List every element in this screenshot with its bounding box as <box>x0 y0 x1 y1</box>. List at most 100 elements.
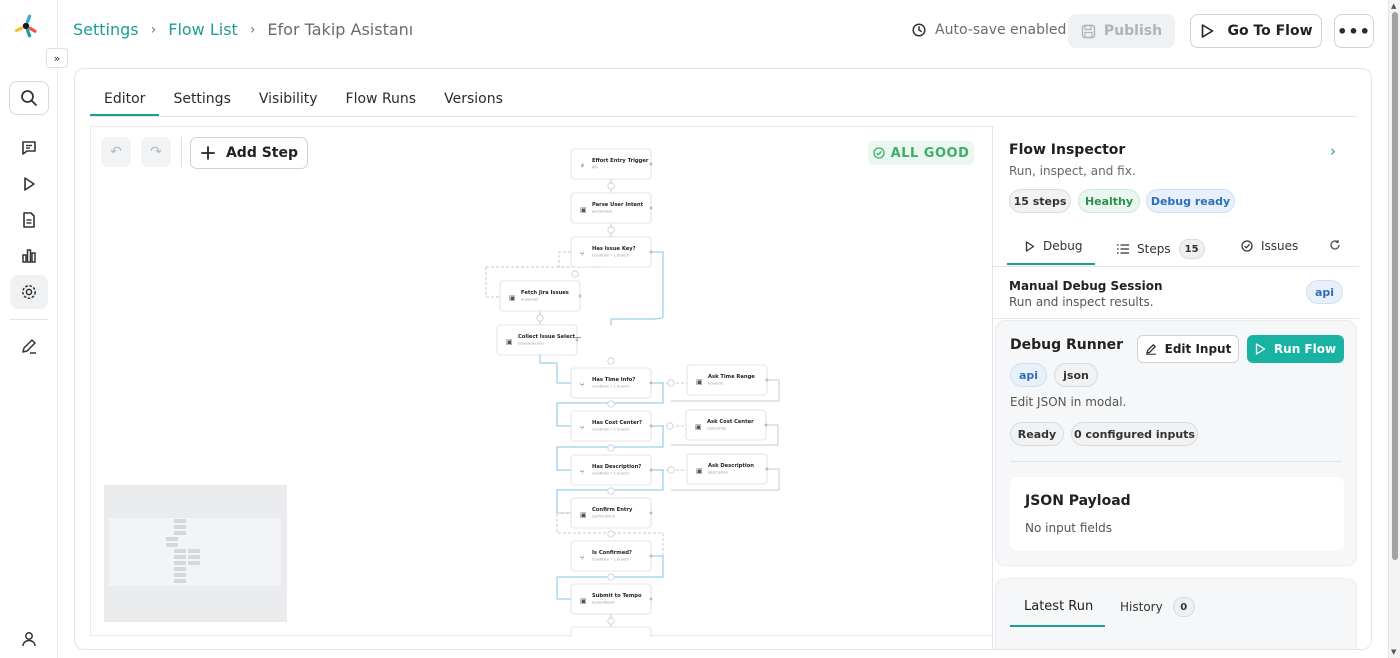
flow-node[interactable]: ▣ Confirm Entry confirmEntry <box>570 497 653 529</box>
tab-editor[interactable]: Editor <box>90 91 160 116</box>
toolbar-divider <box>181 137 182 167</box>
node-port[interactable] <box>649 468 653 472</box>
runs-nav-button[interactable] <box>10 167 48 201</box>
add-step-button[interactable]: Add Step <box>190 137 308 169</box>
flow-node-subtitle: Condition • 1 branch <box>592 385 629 389</box>
tab-history[interactable]: History 0 <box>1120 597 1195 617</box>
add-step-handle[interactable] <box>536 314 544 322</box>
tab-flow-runs[interactable]: Flow Runs <box>332 91 431 116</box>
run-flow-button[interactable]: Run Flow <box>1247 335 1344 363</box>
flow-node[interactable]: ⑂ Has Description? Condition • 1 branch <box>570 454 653 486</box>
chat-nav-button[interactable] <box>10 131 48 165</box>
node-port[interactable] <box>649 597 653 601</box>
tab-latest-run[interactable]: Latest Run <box>1024 599 1093 614</box>
node-port[interactable] <box>764 423 768 427</box>
scroll-up-icon[interactable]: ▲ <box>1391 2 1396 10</box>
runner-note: Edit JSON in modal. <box>1010 395 1127 409</box>
undo-button[interactable]: ↶ <box>101 137 131 167</box>
add-step-handle[interactable] <box>607 226 615 234</box>
runner-status-chip: Ready <box>1010 422 1064 446</box>
branch-icon: ⑂ <box>580 554 584 562</box>
node-port[interactable] <box>578 294 582 298</box>
configured-inputs-chip: 0 configured inputs <box>1071 422 1198 446</box>
add-step-handle[interactable] <box>607 182 615 190</box>
add-step-handle[interactable] <box>666 422 674 430</box>
play-icon <box>24 177 35 191</box>
flow-node[interactable]: ⑂ Is Confirmed? Condition • 1 branch <box>570 540 653 572</box>
flow-node[interactable]: ⑂ Has Time Info? Condition • 1 branch <box>570 367 653 399</box>
add-step-handle[interactable] <box>607 617 615 625</box>
canvas-minimap[interactable] <box>104 485 287 622</box>
flow-node-partial[interactable] <box>570 626 652 637</box>
flow-canvas[interactable]: ⚡ Effort Entry Trigger API ▣ Parse User Inte… <box>90 126 993 637</box>
tab-debug[interactable]: Debug <box>1025 239 1082 253</box>
node-port[interactable] <box>765 378 769 382</box>
flow-node[interactable]: ▣ Ask Time Range timeInfo <box>686 364 769 396</box>
flow-node[interactable]: ▣ Fetch Jira Issues jiraIssues <box>499 280 582 312</box>
refresh-button[interactable] <box>1329 239 1341 251</box>
more-options-button[interactable]: ••• <box>1334 14 1374 48</box>
add-step-handle[interactable] <box>667 379 675 387</box>
scrollbar-thumb[interactable] <box>1392 12 1398 560</box>
search-icon <box>21 90 37 106</box>
node-port[interactable] <box>649 206 653 210</box>
rail-divider <box>10 319 48 320</box>
node-port[interactable] <box>649 511 653 515</box>
settings-nav-button[interactable] <box>10 275 48 309</box>
add-step-handle[interactable] <box>607 444 615 452</box>
flow-node[interactable]: ⚡ Effort Entry Trigger API <box>570 148 653 180</box>
left-rail <box>0 0 58 658</box>
breadcrumb-settings-link[interactable]: Settings <box>73 20 139 39</box>
documents-nav-button[interactable] <box>10 203 48 237</box>
bar-chart-icon <box>22 249 36 263</box>
tab-steps[interactable]: Steps 15 <box>1117 239 1205 259</box>
tab-issues[interactable]: Issues <box>1241 239 1298 253</box>
search-button[interactable] <box>9 81 49 115</box>
add-step-handle[interactable] <box>607 573 615 581</box>
redo-button[interactable]: ↷ <box>141 137 171 167</box>
node-port[interactable] <box>649 554 653 558</box>
add-step-handle[interactable] <box>607 487 615 495</box>
document-icon <box>23 212 35 228</box>
add-step-handle[interactable] <box>607 357 615 365</box>
edit-nav-button[interactable] <box>10 329 48 363</box>
scroll-down-icon[interactable]: ▼ <box>1391 648 1396 656</box>
add-step-handle[interactable] <box>607 530 615 538</box>
flow-node[interactable]: ▣ Ask Cost Center costCenter <box>685 409 768 441</box>
flow-node[interactable]: ▣ Parse User Intent parseIntent <box>570 192 653 224</box>
analytics-nav-button[interactable] <box>10 239 48 273</box>
tab-versions[interactable]: Versions <box>430 91 517 116</box>
tab-settings[interactable]: Settings <box>159 91 244 116</box>
flow-node[interactable]: ▣ Submit to Tempo tempoResult <box>570 583 653 615</box>
redo-icon: ↷ <box>150 144 162 160</box>
flow-node-title: Ask Description <box>708 463 754 469</box>
add-step-handle[interactable] <box>571 270 579 278</box>
node-port[interactable] <box>649 250 653 254</box>
publish-button[interactable]: Publish <box>1068 14 1175 48</box>
go-to-flow-button[interactable]: Go To Flow <box>1190 14 1322 48</box>
flow-node[interactable]: ▣ Collect Issue Select... issueSelection <box>496 324 581 356</box>
flow-node[interactable]: ▣ Ask Description description <box>686 453 769 485</box>
tab-visibility[interactable]: Visibility <box>245 91 332 116</box>
app-logo-icon[interactable] <box>12 12 40 40</box>
node-port[interactable] <box>575 338 579 342</box>
flow-node[interactable]: ⑂ Has Cost Center? Condition • 1 branch <box>570 410 653 442</box>
node-port[interactable] <box>649 381 653 385</box>
flow-node-subtitle: jiraIssues <box>520 298 538 302</box>
flow-node[interactable]: ⑂ Has Issue Key? Condition • 1 branch <box>570 236 653 268</box>
undo-icon: ↶ <box>110 144 122 160</box>
action-icon: ▣ <box>695 423 702 431</box>
edit-input-button[interactable]: Edit Input <box>1137 335 1239 363</box>
node-port[interactable] <box>649 424 653 428</box>
add-step-handle[interactable] <box>607 400 615 408</box>
profile-nav-button[interactable] <box>10 622 48 656</box>
collapse-inspector-button[interactable]: › <box>1330 142 1336 160</box>
node-port[interactable] <box>765 467 769 471</box>
add-step-handle[interactable] <box>667 466 675 474</box>
runner-title: Debug Runner <box>1010 337 1124 353</box>
edit-icon <box>1145 344 1156 355</box>
page-scrollbar[interactable]: ▲ ▼ <box>1388 0 1400 658</box>
flow-node-subtitle: Condition • 1 branch <box>592 428 629 432</box>
breadcrumb-flow-list-link[interactable]: Flow List <box>168 20 238 39</box>
node-port[interactable] <box>649 162 653 166</box>
